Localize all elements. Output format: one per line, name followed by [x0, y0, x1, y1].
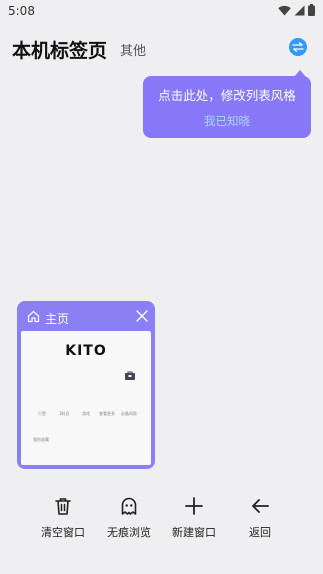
page-title: 本机标签页 [12, 40, 108, 62]
tab-preview[interactable]: KITO 只是 3科目 游戏 查看更多 必备同款 我的收藏 [21, 331, 151, 465]
tooltip-arrow [294, 70, 306, 77]
back-button[interactable]: 返回 [228, 490, 292, 544]
tab-card[interactable]: 主页 KITO 只是 3科目 游戏 查看更多 必备同款 我的收藏 [17, 301, 155, 469]
new-window-button[interactable]: 新建窗口 [162, 490, 226, 544]
status-bar: 5:08 [0, 0, 323, 24]
arrow-left-icon [252, 499, 269, 513]
plus-icon [185, 497, 203, 515]
tab-other[interactable]: 其他 [120, 40, 146, 59]
preview-shortcut: 只是 [38, 411, 46, 416]
status-icons [278, 4, 315, 16]
preview-shortcut: 查看更多 [99, 411, 115, 416]
preview-shortcut: 3科目 [59, 411, 70, 416]
header: 本机标签页 其他 [0, 30, 323, 66]
battery-icon [308, 4, 315, 16]
preview-shortcuts: 只是 3科目 游戏 查看更多 必备同款 [21, 411, 151, 421]
back-label: 返回 [249, 526, 271, 539]
signal-icon [294, 5, 305, 15]
home-icon [27, 310, 40, 323]
bottom-bar: 清空窗口 无痕浏览 新建窗口 返回 [0, 490, 323, 550]
tab-card-header: 主页 [17, 301, 155, 331]
shopping-bag-icon [125, 371, 135, 380]
tooltip: 点击此处，修改列表风格 我已知晓 [143, 70, 311, 138]
preview-shortcut: 必备同款 [121, 411, 137, 416]
preview-logo: KITO [65, 343, 107, 359]
wifi-icon [278, 5, 291, 15]
preview-bookmark: 我的收藏 [33, 437, 49, 442]
preview-shortcut: 游戏 [82, 411, 90, 416]
close-icon[interactable] [136, 310, 148, 322]
status-time: 5:08 [8, 4, 35, 18]
tooltip-dismiss-link[interactable]: 我已知晓 [143, 113, 311, 129]
tooltip-text: 点击此处，修改列表风格 [158, 88, 296, 103]
list-style-switch-button[interactable] [289, 38, 307, 56]
trash-icon [55, 498, 71, 515]
ghost-icon [121, 497, 137, 515]
incognito-button[interactable]: 无痕浏览 [97, 490, 161, 544]
new-window-label: 新建窗口 [172, 526, 216, 539]
clear-windows-button[interactable]: 清空窗口 [31, 490, 95, 544]
clear-windows-label: 清空窗口 [41, 526, 85, 539]
tab-title: 主页 [45, 312, 70, 326]
incognito-label: 无痕浏览 [107, 526, 151, 539]
swap-arrows-icon [292, 42, 304, 52]
